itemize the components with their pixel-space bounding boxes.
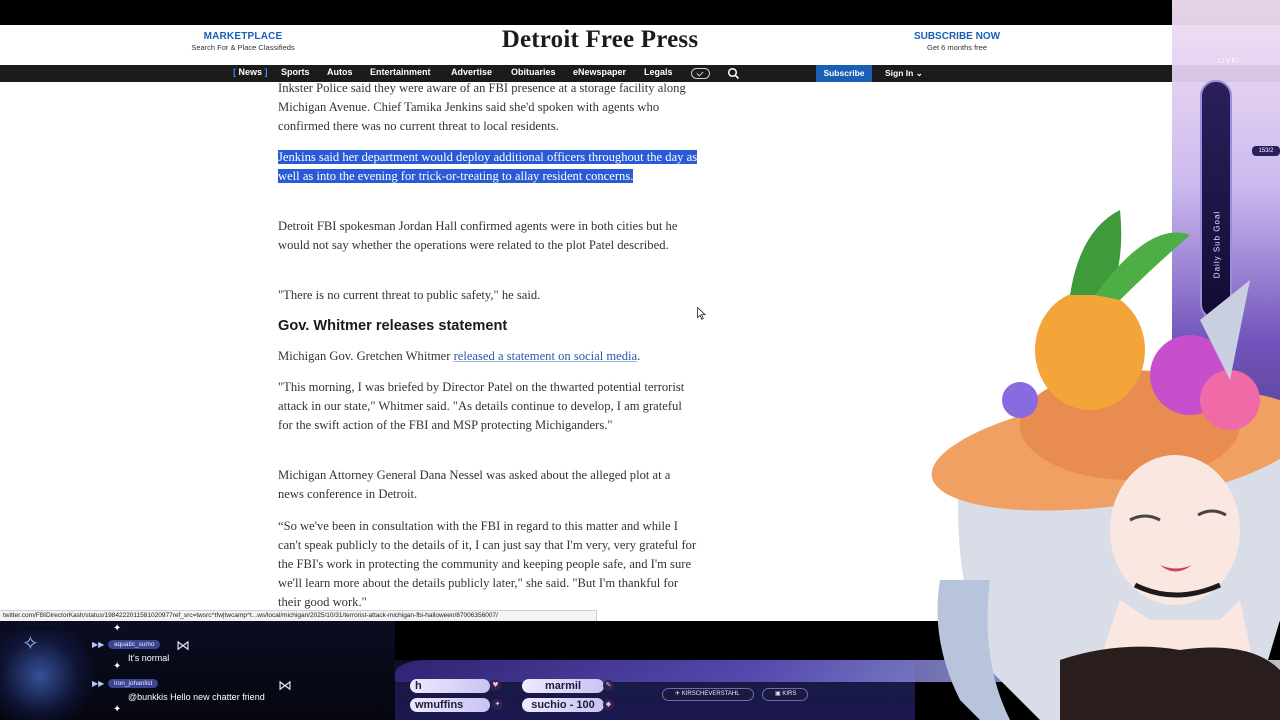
ticker-pill: marmil — [522, 679, 604, 693]
chat-arrow-icon: ▶▶ — [92, 640, 105, 649]
main-nav: [ News ] Sports Autos Entertainment Adve… — [0, 65, 1280, 82]
nav-item-autos[interactable]: Autos — [327, 67, 353, 77]
subscribe-now-link[interactable]: SUBSCRIBE NOW Get 6 months free — [906, 31, 1008, 52]
sparkle-icon: ✦ — [113, 661, 122, 672]
article-paragraph: "There is no current threat to public sa… — [278, 288, 541, 302]
ticker-pill-label: marmil — [544, 680, 582, 692]
marketplace-title: MARKETPLACE — [203, 31, 283, 42]
vtuber-avatar — [931, 210, 1280, 720]
browser-status-bar: twitter.com/FBIDirectorKash/status/19842… — [0, 610, 597, 621]
article-paragraph: “So we've been in consultation with the … — [278, 519, 697, 609]
diamond-icon: ◆ — [603, 699, 614, 710]
article-paragraph: Michigan Gov. Gretchen Whitmer released … — [278, 347, 698, 366]
selected-text[interactable]: Jenkins said her department would deploy… — [278, 150, 698, 183]
chat-message: It's normal — [128, 653, 170, 663]
paragraph-text: Michigan Gov. Gretchen Whitmer — [278, 349, 454, 363]
article-paragraph: "This morning, I was briefed by Director… — [278, 380, 685, 432]
subscribe-now-title: SUBSCRIBE NOW — [913, 31, 1001, 42]
nav-bracket-right: ] — [262, 67, 268, 77]
ticker-pill-label: suchio - 100 — [531, 699, 595, 711]
twitter-icon: ✈ — [675, 691, 682, 697]
marketplace-link[interactable]: MARKETPLACE Search For & Place Classifie… — [188, 31, 298, 52]
chat-glow-decoration — [0, 631, 100, 720]
pin-icon: ✎ — [603, 680, 614, 691]
star-icon: ✦ — [492, 699, 503, 710]
live-label: LIVE! — [1218, 58, 1241, 65]
social-handle-text: KIRSCHEVERSTAHL — [681, 691, 740, 697]
subscribe-button[interactable]: Subscribe — [816, 65, 872, 82]
mouse-cursor-icon — [697, 307, 706, 320]
chat-panel: ✧ ▶▶ aquatic_sumo ⋈ It's normal ▶▶ iron_… — [0, 621, 395, 720]
article-paragraph-selected: Jenkins said her department would deploy… — [278, 148, 698, 186]
social-handle-other: ▣ KIRS — [762, 688, 808, 701]
ticker-pill: wmuffins — [410, 698, 490, 712]
ribbon-icon: ✧ — [22, 631, 39, 655]
sign-in-link[interactable]: Sign In ⌄ — [885, 68, 923, 79]
nav-item-legals[interactable]: Legals — [644, 67, 673, 77]
nav-item-label: News — [238, 67, 263, 77]
chat-arrow-icon: ▶▶ — [92, 679, 105, 688]
ticker-pill-label: h — [415, 680, 422, 692]
statement-link[interactable]: released a statement on social media — [454, 349, 638, 363]
ticker-pill: suchio - 100 — [522, 698, 604, 712]
top-black-strip — [0, 0, 1280, 25]
nav-item-obituaries[interactable]: Obituaries — [511, 67, 556, 77]
chat-message: @bunkkis Hello new chatter friend — [128, 692, 265, 702]
bow-icon: ⋈ — [176, 638, 190, 654]
sparkle-icon: ✦ — [113, 623, 122, 634]
masthead: MARKETPLACE Search For & Place Classifie… — [0, 25, 1280, 65]
ticker-pill-label: wmuffins — [415, 699, 464, 711]
search-icon[interactable] — [727, 67, 740, 80]
nav-item-news[interactable]: [ News ] — [233, 67, 268, 77]
chevron-down-icon: ⌄ — [915, 68, 923, 78]
site-logo[interactable]: Detroit Free Press — [500, 26, 700, 54]
sign-in-label: Sign In — [885, 68, 914, 78]
nav-item-advertise[interactable]: Advertise — [451, 67, 492, 77]
sub-goal-count: 153/2 — [1252, 146, 1280, 156]
heart-icon: ♥ — [490, 680, 501, 691]
more-menu-icon[interactable] — [691, 68, 710, 79]
subscribe-now-subtitle: Get 6 months free — [926, 43, 988, 52]
nav-item-entertainment[interactable]: Entertainment — [370, 67, 431, 77]
social-handle-text: KIRS — [782, 691, 797, 697]
chat-username: aquatic_sumo — [108, 640, 161, 649]
sparkle-icon: ✦ — [113, 704, 122, 715]
social-handle-twitter: ✈ KIRSCHEVERSTAHL — [662, 688, 754, 701]
bow-icon: ⋈ — [278, 678, 292, 694]
article-paragraph: Michigan Attorney General Dana Nessel wa… — [278, 468, 671, 501]
article-paragraph: Inkster Police said they were aware of a… — [278, 82, 686, 133]
nav-item-enewspaper[interactable]: eNewspaper — [573, 67, 626, 77]
article-paragraph: Detroit FBI spokesman Jordan Hall confir… — [278, 219, 678, 252]
section-heading: Gov. Whitmer releases statement — [278, 318, 508, 334]
article-body: Inkster Police said they were aware of a… — [278, 82, 698, 610]
paragraph-text: . — [637, 349, 641, 363]
ticker-pill: h — [410, 679, 490, 693]
nav-item-sports[interactable]: Sports — [281, 67, 310, 77]
chat-username: iron_johanlist — [108, 679, 159, 688]
marketplace-subtitle: Search For & Place Classifieds — [191, 43, 295, 52]
